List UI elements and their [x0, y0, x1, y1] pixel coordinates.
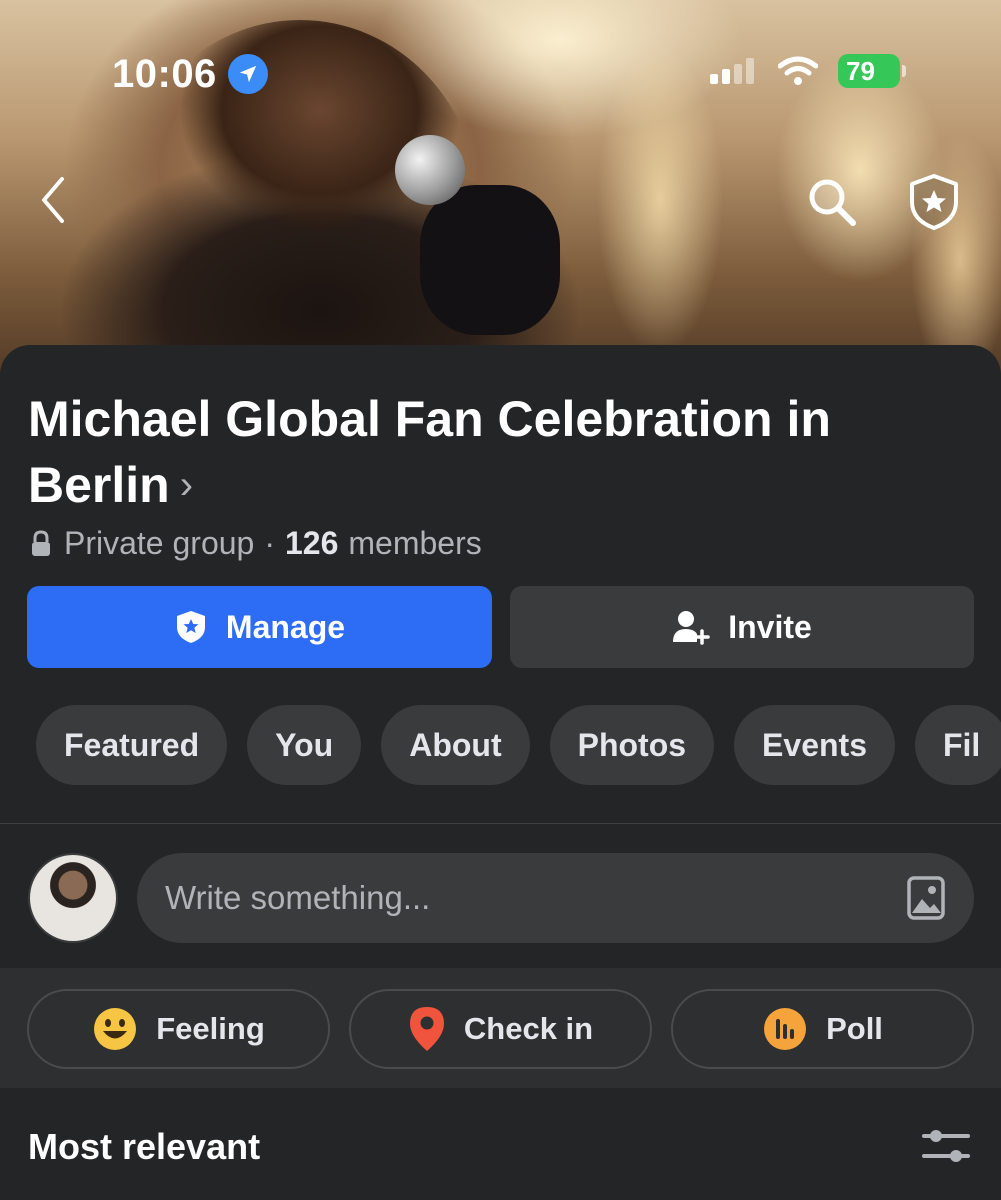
- wifi-icon: [778, 56, 818, 85]
- group-title[interactable]: Michael Global Fan Celebration in Berlin…: [28, 386, 948, 518]
- status-indicators: 79: [708, 54, 906, 88]
- poll-label: Poll: [826, 1011, 883, 1046]
- group-tabs: Featured You About Photos Events Fil: [36, 705, 1001, 785]
- member-count[interactable]: 126: [285, 525, 338, 562]
- check-in-button[interactable]: Check in: [349, 989, 652, 1069]
- location-pin-icon: [409, 1007, 444, 1051]
- invite-label: Invite: [728, 608, 812, 645]
- cellular-signal-icon: [710, 58, 754, 84]
- admin-tools-button[interactable]: [902, 170, 966, 234]
- tab-featured[interactable]: Featured: [36, 705, 228, 785]
- filter-button[interactable]: [920, 1124, 972, 1168]
- tab-events[interactable]: Events: [734, 705, 895, 785]
- shield-star-icon: [176, 611, 205, 643]
- cover-microphone-shape: [395, 135, 465, 205]
- feeling-label: Feeling: [156, 1011, 265, 1046]
- battery-indicator: 79: [838, 54, 906, 88]
- shield-star-icon: [910, 174, 958, 230]
- sort-label: Most relevant: [28, 1126, 261, 1167]
- tab-files[interactable]: Fil: [914, 705, 1001, 785]
- smiley-face-icon: [94, 1008, 137, 1050]
- chevron-left-icon: [42, 177, 64, 223]
- write-something-input[interactable]: Write something...: [137, 853, 974, 943]
- check-in-label: Check in: [463, 1011, 594, 1046]
- section-divider: [0, 823, 1001, 824]
- composer-placeholder: Write something...: [165, 879, 431, 916]
- lock-icon: [32, 529, 50, 556]
- member-label[interactable]: members: [348, 525, 481, 562]
- chevron-right-icon: ›: [179, 463, 194, 507]
- photo-icon[interactable]: [906, 875, 946, 921]
- sliders-icon: [922, 1130, 970, 1162]
- search-icon: [809, 179, 856, 226]
- group-title-text: Michael Global Fan Celebration in Berlin: [28, 391, 831, 513]
- feeling-button[interactable]: Feeling: [27, 989, 330, 1069]
- cover-glove-shape: [420, 185, 560, 335]
- poll-icon: [764, 1008, 807, 1050]
- tab-photos[interactable]: Photos: [549, 705, 715, 785]
- group-meta: Private group · 126 members: [28, 525, 482, 562]
- search-button[interactable]: [800, 172, 864, 232]
- manage-button[interactable]: Manage: [27, 586, 492, 668]
- poll-button[interactable]: Poll: [671, 989, 974, 1069]
- location-arrow-icon: [228, 54, 268, 94]
- manage-label: Manage: [225, 608, 346, 645]
- battery-level: 79: [846, 55, 875, 86]
- meta-separator: ·: [264, 525, 275, 561]
- tab-you[interactable]: You: [247, 705, 362, 785]
- back-button[interactable]: [28, 170, 78, 230]
- add-person-icon: [673, 611, 710, 645]
- invite-button[interactable]: Invite: [510, 586, 974, 668]
- avatar[interactable]: [28, 853, 118, 943]
- tab-about[interactable]: About: [381, 705, 530, 785]
- status-time: 10:06: [112, 52, 217, 96]
- privacy-label: Private group: [64, 525, 255, 561]
